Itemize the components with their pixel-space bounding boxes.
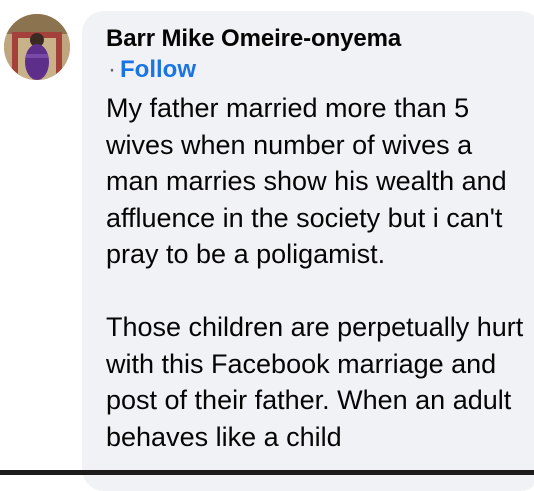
follow-link[interactable]: Follow	[120, 56, 196, 83]
comment-paragraph-1: My father married more than 5 wives when…	[106, 93, 507, 269]
profile-photo-icon	[4, 14, 70, 80]
comment-author-name[interactable]: Barr Mike Omeire-onyema	[106, 25, 401, 53]
comment-bubble: Barr Mike Omeire-onyema · Follow My fathe…	[82, 11, 534, 491]
separator-dot: ·	[108, 56, 116, 83]
follow-row: · Follow	[108, 56, 196, 84]
bottom-divider	[0, 470, 534, 475]
comment-text: My father married more than 5 wives when…	[106, 90, 526, 455]
avatar[interactable]	[4, 14, 70, 80]
comment-paragraph-2: Those children are perpetually hurt with…	[106, 312, 524, 452]
